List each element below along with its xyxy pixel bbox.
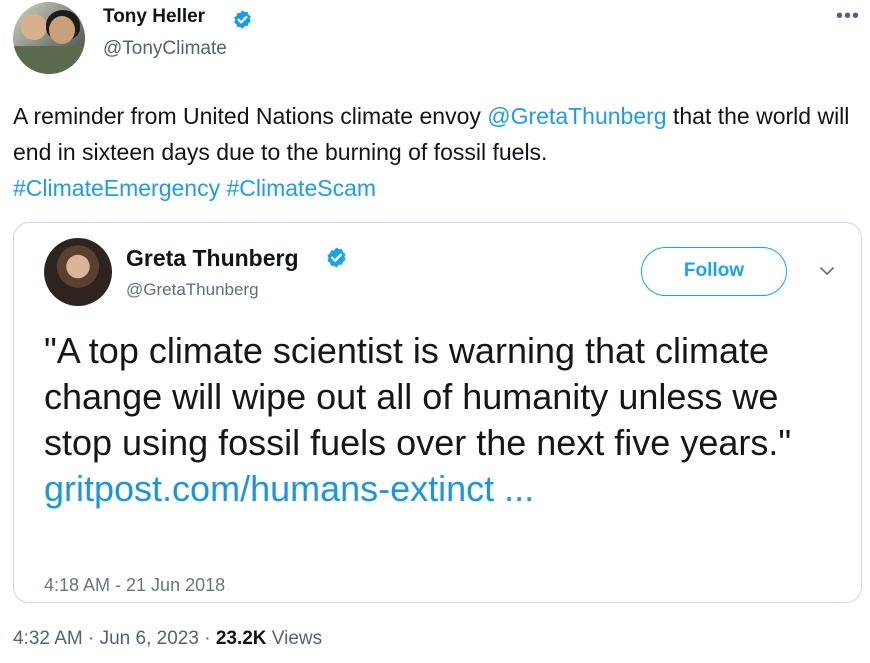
embedded-avatar bbox=[44, 238, 112, 306]
embedded-link: gritpost.com/humans-extinct ... bbox=[44, 468, 535, 509]
more-options-icon[interactable]: ••• bbox=[828, 6, 868, 30]
tweet-text: A reminder from United Nations climate e… bbox=[13, 98, 863, 206]
hashtag-link[interactable]: #ClimateScam bbox=[226, 175, 376, 201]
author-handle[interactable]: @TonyClimate bbox=[103, 38, 227, 60]
follow-button: Follow bbox=[641, 247, 787, 296]
hashtag-link[interactable]: #ClimateEmergency bbox=[13, 175, 220, 201]
embedded-verified-badge-icon bbox=[327, 247, 346, 268]
chevron-down-icon bbox=[820, 267, 834, 275]
embedded-timestamp: 4:18 AM - 21 Jun 2018 bbox=[44, 575, 226, 595]
embedded-quote-text: "A top climate scientist is warning that… bbox=[44, 330, 792, 463]
embedded-author-handle: @GretaThunberg bbox=[126, 280, 259, 299]
meta-separator: · bbox=[88, 628, 95, 649]
tweet-time[interactable]: 4:32 AM bbox=[13, 628, 83, 649]
meta-separator: · bbox=[204, 628, 211, 649]
tweet-date[interactable]: Jun 6, 2023 bbox=[100, 628, 199, 649]
mention-link[interactable]: @GretaThunberg bbox=[487, 103, 666, 129]
views-label[interactable]: Views bbox=[272, 628, 322, 649]
views-count[interactable]: 23.2K bbox=[216, 628, 267, 649]
embedded-author-name: Greta Thunberg bbox=[126, 245, 299, 271]
tweet-meta: 4:32 AM · Jun 6, 2023 · 23.2K Views bbox=[13, 628, 322, 650]
embedded-tweet-image[interactable]: Greta Thunberg @GretaThunberg Follow "A … bbox=[13, 222, 862, 603]
embedded-quote: "A top climate scientist is warning that… bbox=[44, 328, 844, 512]
author-name[interactable]: Tony Heller bbox=[103, 6, 205, 28]
author-avatar[interactable] bbox=[13, 2, 85, 74]
verified-badge-icon bbox=[234, 10, 251, 29]
tweet-text-part: A reminder from United Nations climate e… bbox=[13, 103, 488, 129]
tweet: Tony Heller @TonyClimate ••• A reminder … bbox=[0, 0, 870, 663]
